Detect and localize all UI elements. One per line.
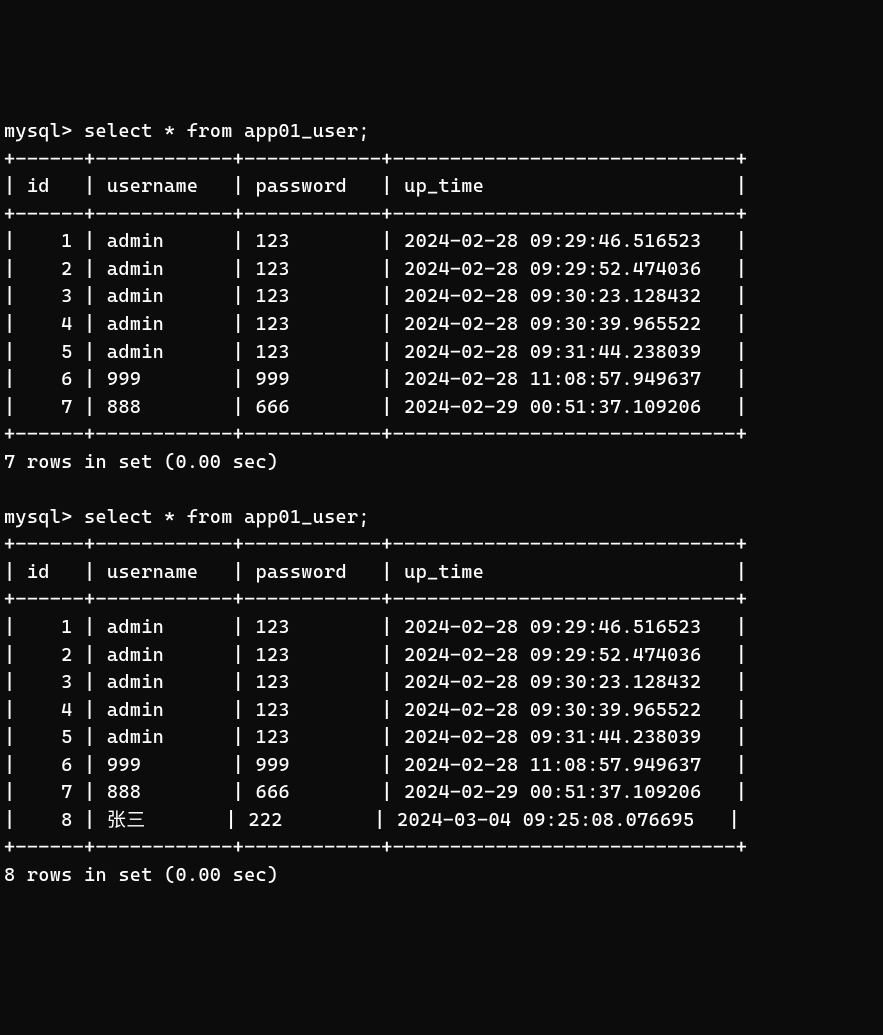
terminal-line: | 3 | admin | 123 | 2024-02-28 09:30:23.… <box>4 283 879 311</box>
terminal-line: | 1 | admin | 123 | 2024-02-28 09:29:46.… <box>4 228 879 256</box>
terminal-line: | 5 | admin | 123 | 2024-02-28 09:31:44.… <box>4 724 879 752</box>
terminal-line: +------+------------+------------+------… <box>4 146 879 174</box>
terminal-line: +------+------------+------------+------… <box>4 421 879 449</box>
terminal-line <box>4 476 879 504</box>
terminal-line: | 7 | 888 | 666 | 2024-02-29 00:51:37.10… <box>4 779 879 807</box>
terminal-line: mysql> select * from app01_user; <box>4 118 879 146</box>
terminal-output: mysql> select * from app01_user;+------+… <box>4 118 879 889</box>
terminal-line: +------+------------+------------+------… <box>4 834 879 862</box>
terminal-line: | 4 | admin | 123 | 2024-02-28 09:30:39.… <box>4 311 879 339</box>
terminal-line: | id | username | password | up_time | <box>4 173 879 201</box>
terminal-line: | 7 | 888 | 666 | 2024-02-29 00:51:37.10… <box>4 394 879 422</box>
terminal-line: | 4 | admin | 123 | 2024-02-28 09:30:39.… <box>4 697 879 725</box>
terminal-line: 7 rows in set (0.00 sec) <box>4 449 879 477</box>
terminal-line: 8 rows in set (0.00 sec) <box>4 862 879 890</box>
terminal-line: +------+------------+------------+------… <box>4 586 879 614</box>
terminal-line: | 6 | 999 | 999 | 2024-02-28 11:08:57.94… <box>4 366 879 394</box>
terminal-line: | id | username | password | up_time | <box>4 559 879 587</box>
terminal-line: mysql> select * from app01_user; <box>4 504 879 532</box>
terminal-line: | 8 | 张三 | 222 | 2024-03-04 09:25:08.076… <box>4 807 879 835</box>
terminal-line: | 3 | admin | 123 | 2024-02-28 09:30:23.… <box>4 669 879 697</box>
terminal-line: +------+------------+------------+------… <box>4 201 879 229</box>
terminal-line: | 5 | admin | 123 | 2024-02-28 09:31:44.… <box>4 339 879 367</box>
terminal-line: | 1 | admin | 123 | 2024-02-28 09:29:46.… <box>4 614 879 642</box>
terminal-line: | 2 | admin | 123 | 2024-02-28 09:29:52.… <box>4 642 879 670</box>
terminal-line: | 2 | admin | 123 | 2024-02-28 09:29:52.… <box>4 256 879 284</box>
terminal-line: | 6 | 999 | 999 | 2024-02-28 11:08:57.94… <box>4 752 879 780</box>
terminal-line: +------+------------+------------+------… <box>4 531 879 559</box>
